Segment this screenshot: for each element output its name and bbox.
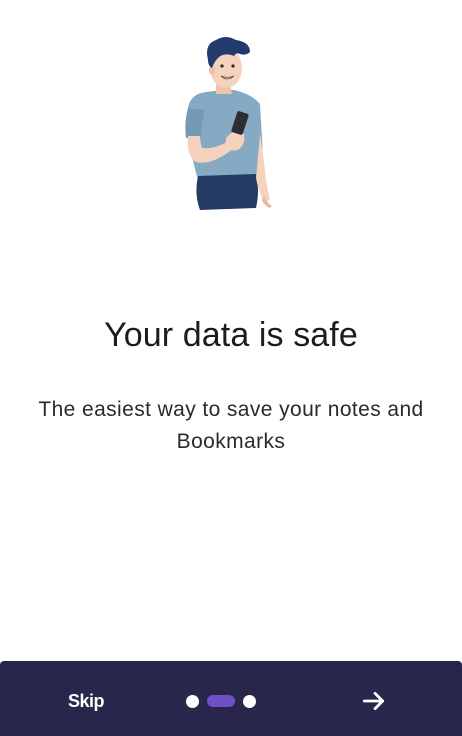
onboarding-screen: Your data is safe The easiest way to sav…	[0, 0, 462, 736]
page-indicator-dot-active	[207, 695, 235, 707]
page-subtitle: The easiest way to save your notes and B…	[38, 398, 424, 453]
next-button[interactable]	[352, 681, 396, 721]
onboarding-bottom-bar: Skip	[0, 661, 462, 736]
person-with-phone-illustration	[185, 37, 272, 210]
page-indicator	[186, 694, 256, 708]
arrow-right-icon	[362, 692, 385, 710]
skip-button[interactable]: Skip	[52, 681, 120, 721]
page-indicator-dot	[186, 694, 199, 708]
page-indicator-dot	[243, 694, 256, 708]
page-title: Your data is safe	[104, 316, 358, 354]
